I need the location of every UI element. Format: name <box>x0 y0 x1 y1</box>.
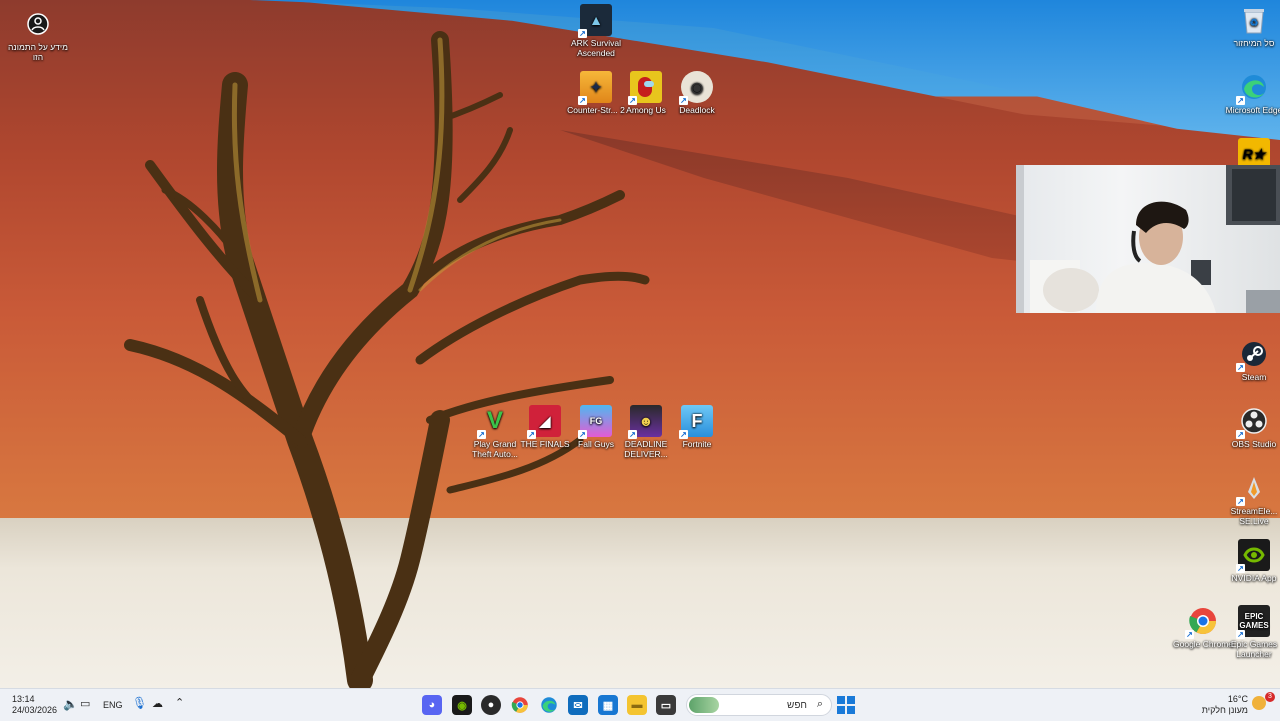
search-icon: ⌕ <box>816 698 823 710</box>
weather-icon <box>1252 696 1266 710</box>
store-icon[interactable]: ▦ <box>598 695 618 715</box>
desktop-icon-label: Steam <box>1241 372 1267 382</box>
weather-description: מעונן חלקית <box>1201 705 1248 715</box>
onedrive-icon[interactable]: ☁ <box>152 697 163 710</box>
desktop-icon-steam[interactable]: ↗ Steam <box>1224 338 1280 382</box>
desktop-icon-streamelements[interactable]: ↗ StreamEle... SE.Live <box>1224 472 1280 526</box>
webcam-person-image <box>1016 165 1280 313</box>
deadlock-icon: ◉ ↗ <box>679 71 713 105</box>
ark-icon: ▲ ↗ <box>578 4 612 38</box>
search-placeholder: חפש <box>787 700 807 711</box>
cs2-icon: ✦ ↗ <box>578 71 612 105</box>
fall-guys-icon: FG ↗ <box>578 405 612 439</box>
recycle-bin-icon: ♻ <box>1238 4 1270 36</box>
weather-temperature: 16°C <box>1227 694 1248 704</box>
nvidia-icon[interactable]: ◉ <box>452 695 472 715</box>
desktop-icon-label: Epic Games Launcher <box>1230 639 1278 659</box>
info-circle-icon <box>22 8 54 40</box>
obs-icon: ↗ <box>1236 405 1270 439</box>
fortnite-icon: F ↗ <box>679 405 713 439</box>
chrome-icon: ↗ <box>1185 605 1219 639</box>
svg-text:♻: ♻ <box>1250 18 1259 29</box>
terminal-icon[interactable]: ▭ <box>656 695 676 715</box>
obs-icon[interactable]: ● <box>481 695 501 715</box>
clock[interactable]: 13:14 24/03/2026 <box>12 694 57 716</box>
desktop-icon-label: StreamEle... SE.Live <box>1230 506 1278 526</box>
clock-date: 24/03/2026 <box>12 705 58 715</box>
taskbar: 13:14 24/03/2026 🔈 ▭ ENG 🎙 ☁ ⌃ ◕ ◉ ● ✉ ▦… <box>0 688 1280 721</box>
among-us-icon: ↗ <box>628 71 662 105</box>
edge-icon: ↗ <box>1236 71 1270 105</box>
outlook-icon[interactable]: ✉ <box>568 695 588 715</box>
nvidia-icon: ↗ <box>1236 539 1270 573</box>
desktop: מידע על התמונה הזו ▲ ↗ ARK Survival Ascen… <box>0 0 1280 688</box>
desktop-icon-microsoft-edge[interactable]: ↗ Microsoft Edge <box>1224 71 1280 115</box>
deadline-icon: ☻ ↗ <box>628 405 662 439</box>
desktop-icon-recycle-bin[interactable]: ♻ סל המיחזור <box>1224 4 1280 48</box>
search-highlight-icon <box>689 697 719 713</box>
discord-icon[interactable]: ◕ <box>422 695 442 715</box>
desktop-icon-label: ARK Survival Ascended <box>570 38 622 58</box>
network-icon[interactable]: ▭ <box>80 697 90 710</box>
chrome-icon[interactable] <box>510 695 530 715</box>
epic-games-icon: EPIC GAMES ↗ <box>1236 605 1270 639</box>
chevron-up-icon[interactable]: ⌃ <box>175 696 184 709</box>
desktop-icon-obs-studio[interactable]: ↗ OBS Studio <box>1224 405 1280 449</box>
image-info-shortcut[interactable]: מידע על התמונה הזו <box>8 8 68 62</box>
desktop-icon-ark[interactable]: ▲ ↗ ARK Survival Ascended <box>566 4 626 58</box>
desktop-icon-label: Fortnite <box>682 439 712 449</box>
language-indicator[interactable]: ENG <box>103 700 123 710</box>
gta-icon: V ↗ <box>477 407 503 439</box>
webcam-overlay <box>1016 165 1280 313</box>
windows-start-icon[interactable] <box>836 695 856 715</box>
notification-badge: 3 <box>1265 692 1275 702</box>
desktop-icon-deadlock[interactable]: ◉ ↗ Deadlock <box>667 71 727 115</box>
desktop-icon-label: OBS Studio <box>1231 439 1277 449</box>
desktop-icon-label: NVIDIA App <box>1231 573 1277 583</box>
image-info-label: מידע על התמונה הזו <box>8 42 68 62</box>
clock-time: 13:14 <box>12 694 35 704</box>
desktop-icon-label: Deadlock <box>679 105 715 115</box>
edge-icon[interactable] <box>539 695 559 715</box>
streamelements-icon: ↗ <box>1236 472 1270 506</box>
desktop-icon-label: Microsoft Edge <box>1225 105 1280 115</box>
steam-icon: ↗ <box>1236 338 1270 372</box>
weather-widget[interactable]: 16°C מעונן חלקית <box>1200 694 1248 716</box>
volume-icon[interactable]: 🔈 <box>63 697 78 711</box>
file-explorer-icon[interactable]: ▬ <box>627 695 647 715</box>
desktop-icon-label: סל המיחזור <box>1233 38 1275 48</box>
desktop-icon-epic-games[interactable]: EPIC GAMES ↗ Epic Games Launcher <box>1224 605 1280 659</box>
search-box[interactable]: חפש ⌕ <box>686 694 832 716</box>
microphone-icon[interactable]: 🎙 <box>132 696 147 710</box>
desktop-icon-fortnite[interactable]: F ↗ Fortnite <box>667 405 727 449</box>
desktop-icon-nvidia-app[interactable]: ↗ NVIDIA App <box>1224 539 1280 583</box>
the-finals-icon: ◢ ↗ <box>527 405 561 439</box>
